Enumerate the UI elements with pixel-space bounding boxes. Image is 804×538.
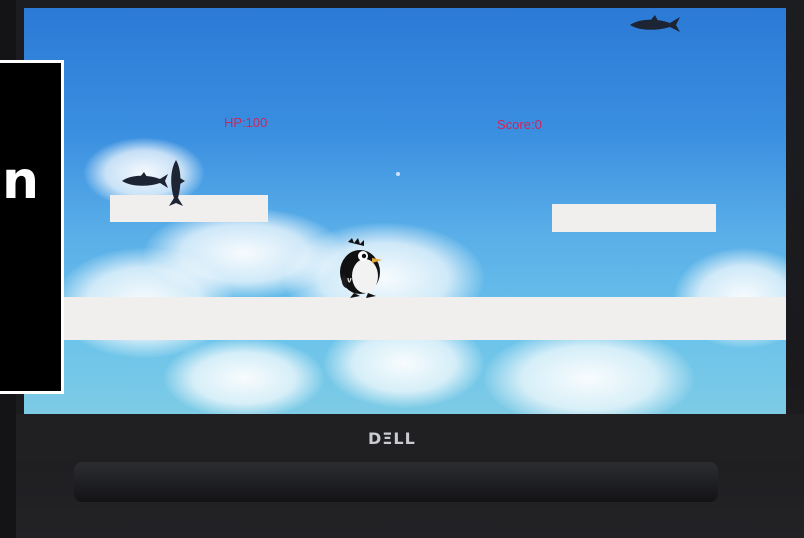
cursor-icon	[396, 172, 400, 176]
score-label: Score:0	[497, 117, 542, 132]
laptop-hinge	[74, 462, 718, 502]
shark-icon	[122, 172, 168, 188]
shark-icon	[169, 160, 185, 206]
photo-scene: HP:100 Score:0 DΞLL n	[0, 0, 804, 538]
platform-ground	[64, 297, 786, 340]
cloud	[164, 338, 324, 414]
overlay-text: n	[2, 151, 40, 211]
cloud	[484, 328, 694, 414]
shark-icon	[630, 15, 680, 32]
hp-label: HP:100	[224, 115, 268, 130]
overlay-panel: n	[0, 60, 64, 394]
penguin-icon[interactable]	[336, 236, 386, 298]
brand-logo: DΞLL	[368, 429, 416, 448]
platform-upper-left	[110, 195, 268, 222]
game-screen[interactable]: HP:100 Score:0	[24, 8, 786, 414]
platform-upper-right	[552, 204, 716, 232]
